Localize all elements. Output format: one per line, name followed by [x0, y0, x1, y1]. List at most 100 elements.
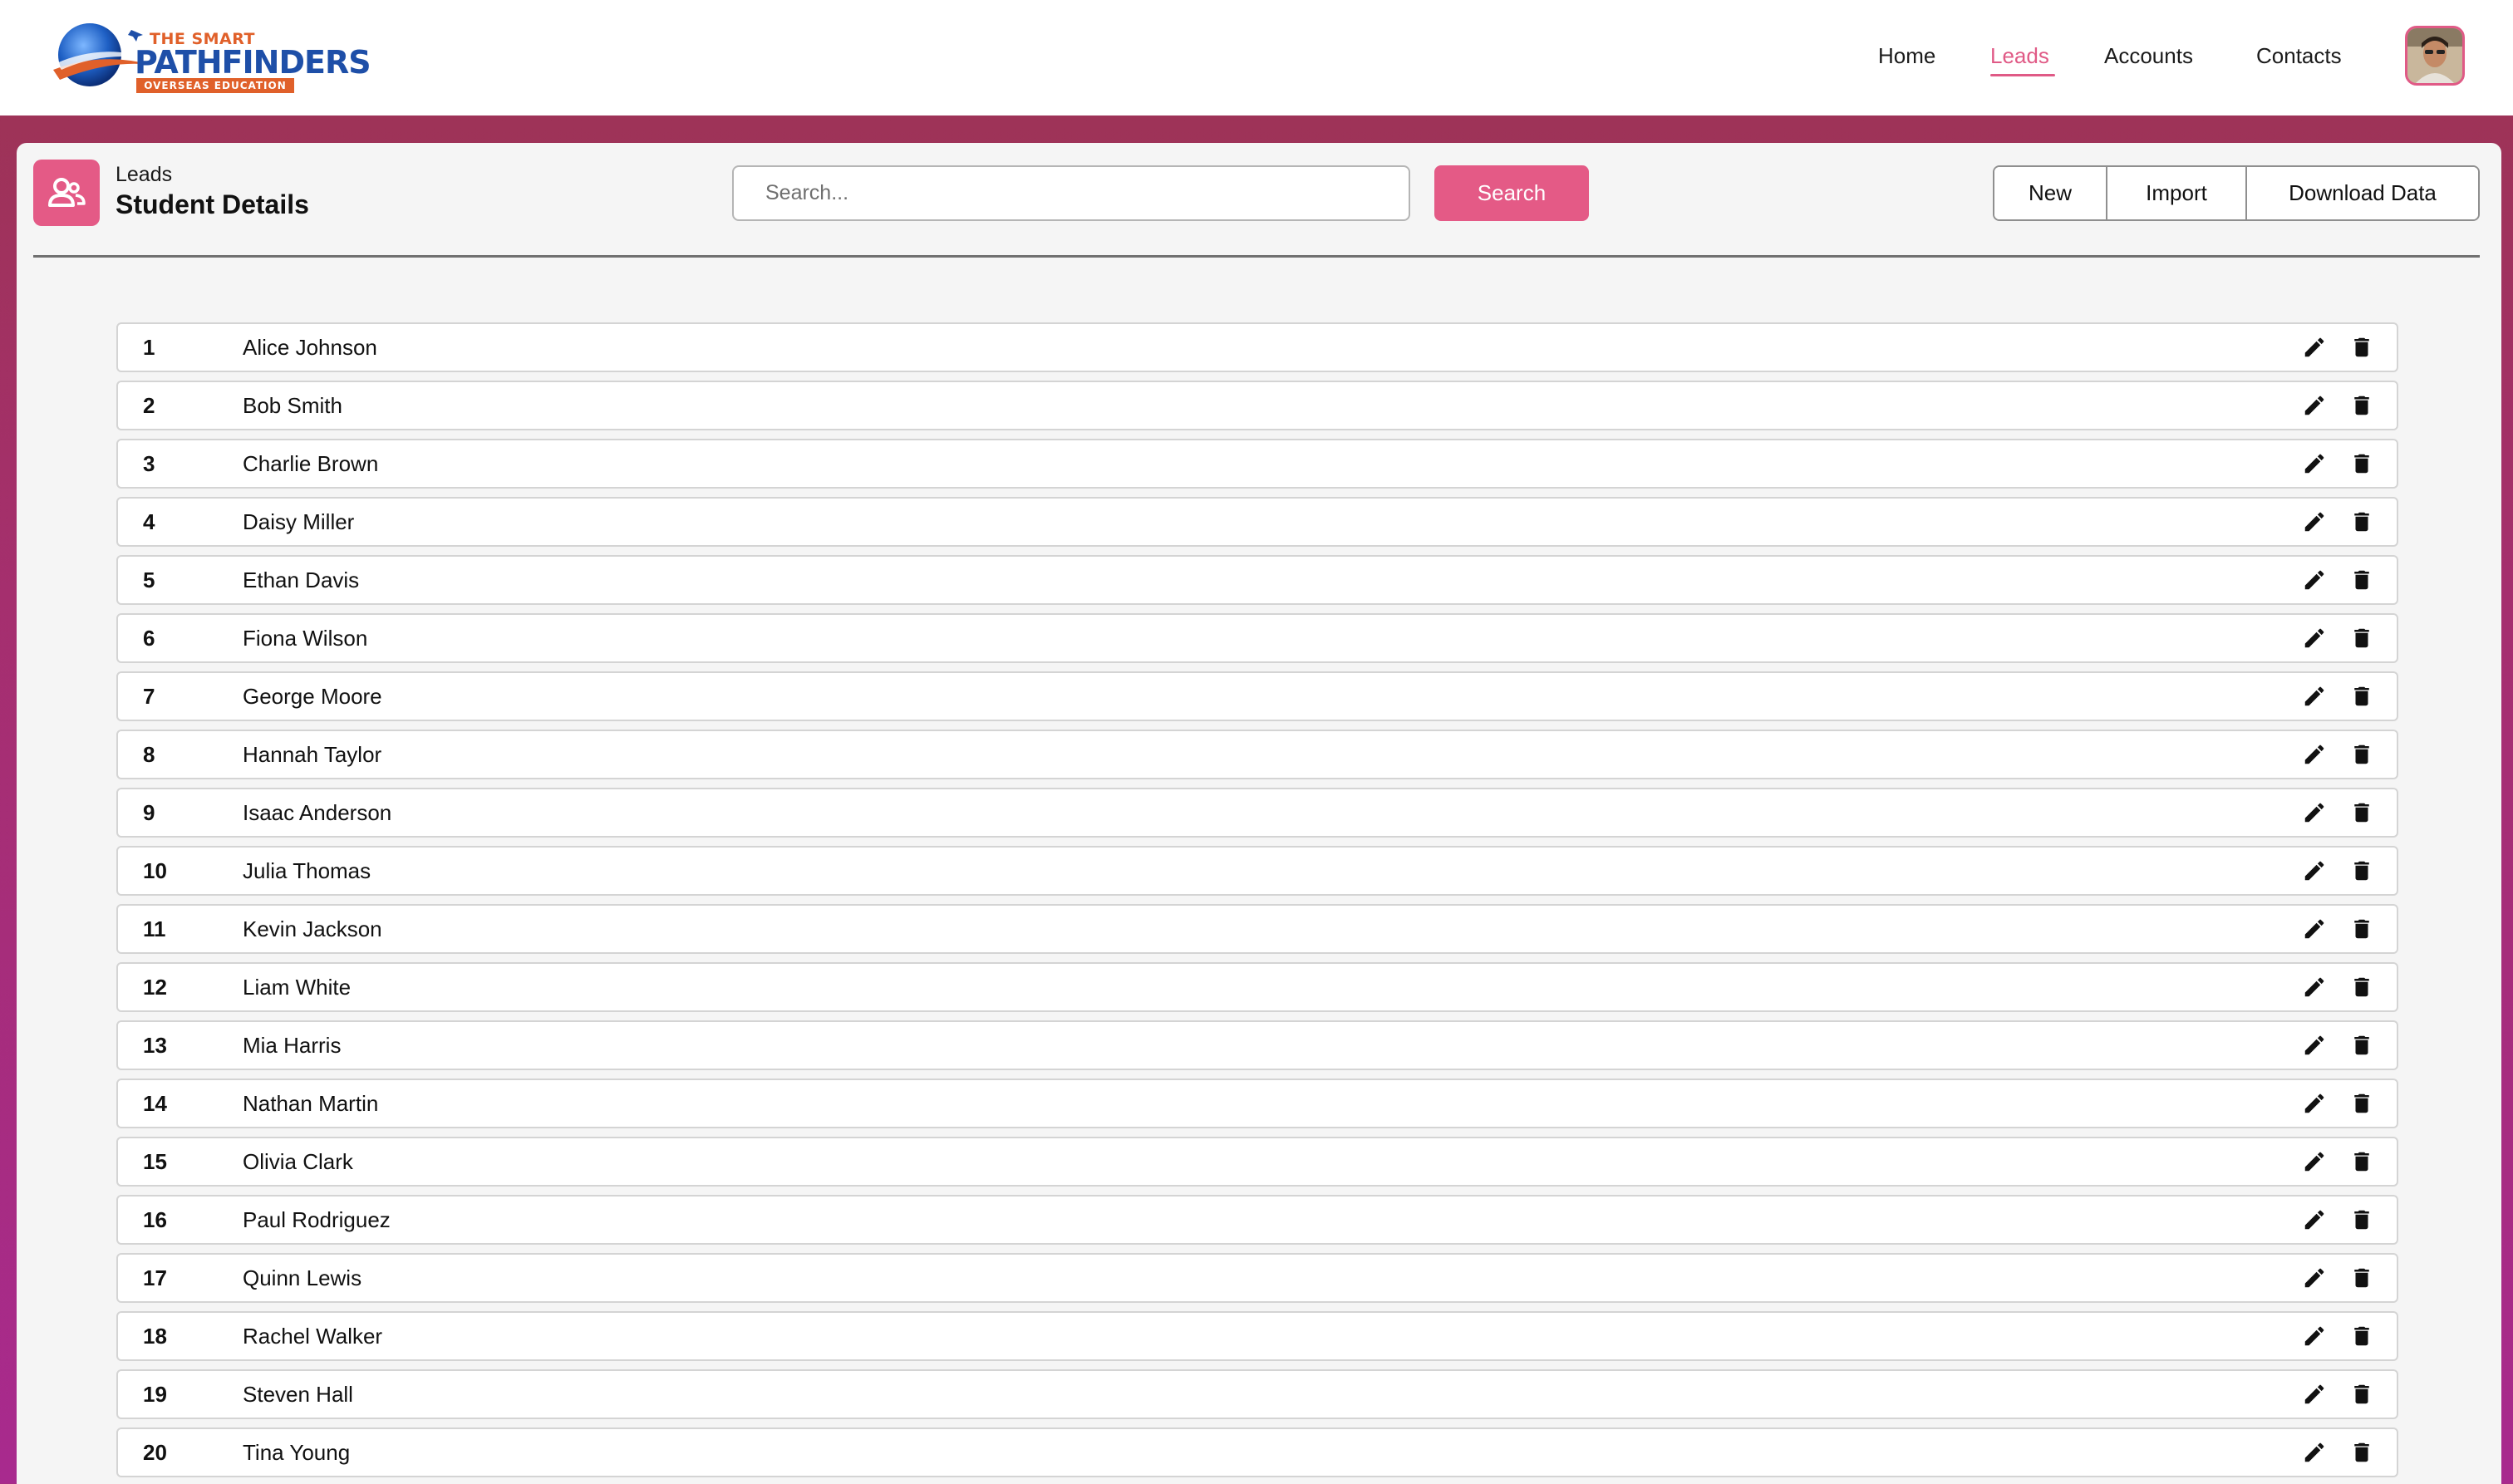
list-item[interactable]: 16 Paul Rodriguez: [116, 1195, 2398, 1245]
download-data-button[interactable]: Download Data: [2247, 167, 2478, 219]
user-photo-icon: [2407, 28, 2462, 83]
trash-icon[interactable]: [2349, 626, 2374, 651]
trash-icon[interactable]: [2349, 1091, 2374, 1116]
row-number: 2: [143, 393, 155, 418]
trash-icon[interactable]: [2349, 916, 2374, 941]
nav-contacts[interactable]: Contacts: [2256, 43, 2342, 69]
student-name: Olivia Clark: [243, 1149, 353, 1174]
pencil-icon[interactable]: [2302, 335, 2327, 360]
student-name: Daisy Miller: [243, 509, 355, 534]
pencil-icon[interactable]: [2302, 1265, 2327, 1290]
list-item[interactable]: 19 Steven Hall: [116, 1369, 2398, 1419]
pencil-icon[interactable]: [2302, 1382, 2327, 1407]
pencil-icon[interactable]: [2302, 451, 2327, 476]
row-number: 16: [143, 1207, 167, 1232]
trash-icon[interactable]: [2349, 975, 2374, 1000]
list-item[interactable]: 17 Quinn Lewis: [116, 1253, 2398, 1303]
pencil-icon[interactable]: [2302, 509, 2327, 534]
list-item[interactable]: 3 Charlie Brown: [116, 439, 2398, 489]
row-number: 4: [143, 509, 155, 534]
list-item[interactable]: 15 Olivia Clark: [116, 1137, 2398, 1187]
trash-icon[interactable]: [2349, 1440, 2374, 1465]
trash-icon[interactable]: [2349, 858, 2374, 883]
list-item[interactable]: 5 Ethan Davis: [116, 555, 2398, 605]
row-number: 6: [143, 626, 155, 651]
row-number: 19: [143, 1382, 167, 1407]
trash-icon[interactable]: [2349, 1033, 2374, 1058]
action-button-group: New Import Download Data: [1993, 165, 2480, 221]
pencil-icon[interactable]: [2302, 1207, 2327, 1232]
trash-icon[interactable]: [2349, 451, 2374, 476]
trash-icon[interactable]: [2349, 1382, 2374, 1407]
list-item[interactable]: 18 Rachel Walker: [116, 1311, 2398, 1361]
student-name: Steven Hall: [243, 1382, 353, 1407]
brand-logo[interactable]: THE SMART PATHFINDERS OVERSEAS EDUCATION: [52, 18, 371, 98]
trash-icon[interactable]: [2349, 1265, 2374, 1290]
pencil-icon[interactable]: [2302, 1091, 2327, 1116]
list-item[interactable]: 10 Julia Thomas: [116, 846, 2398, 896]
list-item[interactable]: 14 Nathan Martin: [116, 1079, 2398, 1128]
list-item[interactable]: 7 George Moore: [116, 671, 2398, 721]
nav-accounts[interactable]: Accounts: [2104, 43, 2193, 69]
list-item[interactable]: 2 Bob Smith: [116, 381, 2398, 430]
student-name: Alice Johnson: [243, 335, 377, 360]
trash-icon[interactable]: [2349, 742, 2374, 767]
student-name: Hannah Taylor: [243, 742, 382, 767]
trash-icon[interactable]: [2349, 1324, 2374, 1349]
list-item[interactable]: 12 Liam White: [116, 962, 2398, 1012]
import-button[interactable]: Import: [2107, 167, 2247, 219]
page-header-icon: [33, 160, 100, 226]
trash-icon[interactable]: [2349, 800, 2374, 825]
student-name: Kevin Jackson: [243, 916, 382, 941]
trash-icon[interactable]: [2349, 335, 2374, 360]
student-name: Nathan Martin: [243, 1091, 379, 1116]
pencil-icon[interactable]: [2302, 742, 2327, 767]
row-number: 18: [143, 1324, 167, 1349]
trash-icon[interactable]: [2349, 509, 2374, 534]
search-button[interactable]: Search: [1434, 165, 1589, 221]
pencil-icon[interactable]: [2302, 800, 2327, 825]
student-name: Quinn Lewis: [243, 1265, 362, 1290]
student-name: George Moore: [243, 684, 382, 709]
list-item[interactable]: 6 Fiona Wilson: [116, 613, 2398, 663]
row-number: 20: [143, 1440, 167, 1465]
breadcrumb: Leads: [116, 163, 173, 186]
nav-leads[interactable]: Leads: [1990, 43, 2049, 69]
trash-icon[interactable]: [2349, 568, 2374, 592]
list-item[interactable]: 1 Alice Johnson: [116, 322, 2398, 372]
pencil-icon[interactable]: [2302, 568, 2327, 592]
pencil-icon[interactable]: [2302, 1149, 2327, 1174]
user-avatar[interactable]: [2405, 26, 2465, 86]
list-item[interactable]: 20 Tina Young: [116, 1427, 2398, 1477]
student-name: Paul Rodriguez: [243, 1207, 391, 1232]
new-button[interactable]: New: [1994, 167, 2107, 219]
student-name: Isaac Anderson: [243, 800, 392, 825]
trash-icon[interactable]: [2349, 393, 2374, 418]
pencil-icon[interactable]: [2302, 916, 2327, 941]
pencil-icon[interactable]: [2302, 684, 2327, 709]
pencil-icon[interactable]: [2302, 1324, 2327, 1349]
pencil-icon[interactable]: [2302, 858, 2327, 883]
list-item[interactable]: 13 Mia Harris: [116, 1020, 2398, 1070]
nav-home[interactable]: Home: [1878, 43, 1935, 69]
list-item[interactable]: 4 Daisy Miller: [116, 497, 2398, 547]
list-item[interactable]: 8 Hannah Taylor: [116, 730, 2398, 779]
student-name: Bob Smith: [243, 393, 342, 418]
trash-icon[interactable]: [2349, 1207, 2374, 1232]
row-number: 7: [143, 684, 155, 709]
pencil-icon[interactable]: [2302, 1440, 2327, 1465]
pencil-icon[interactable]: [2302, 975, 2327, 1000]
search-input[interactable]: [732, 165, 1410, 221]
row-number: 17: [143, 1265, 167, 1290]
pencil-icon[interactable]: [2302, 626, 2327, 651]
pencil-icon[interactable]: [2302, 393, 2327, 418]
row-number: 8: [143, 742, 155, 767]
student-name: Rachel Walker: [243, 1324, 383, 1349]
trash-icon[interactable]: [2349, 1149, 2374, 1174]
list-item[interactable]: 11 Kevin Jackson: [116, 904, 2398, 954]
main-panel: Leads Student Details Search New Import …: [17, 143, 2501, 1484]
header-divider: [33, 255, 2480, 258]
list-item[interactable]: 9 Isaac Anderson: [116, 788, 2398, 838]
pencil-icon[interactable]: [2302, 1033, 2327, 1058]
trash-icon[interactable]: [2349, 684, 2374, 709]
